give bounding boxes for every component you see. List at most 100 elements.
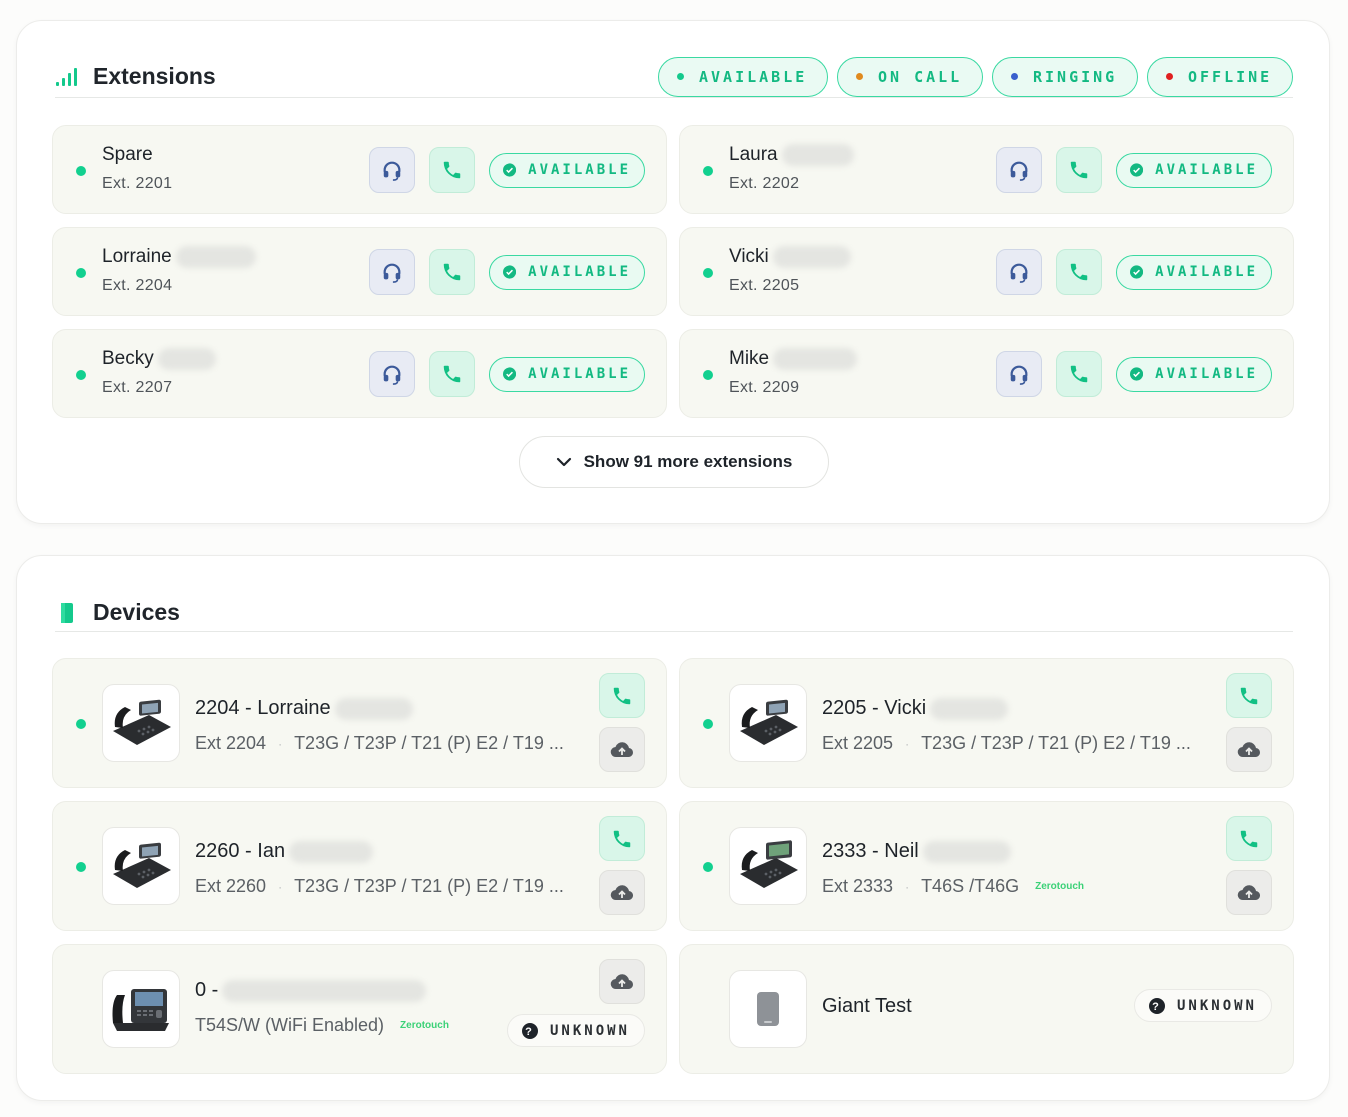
separator-dot: · (905, 736, 910, 751)
legend-offline[interactable]: OFFLINE (1147, 56, 1293, 97)
extension-card[interactable]: Lorraine Ext. 2204 AVAILABLE (52, 227, 667, 316)
desk-phone-icon (740, 699, 798, 745)
check-circle-icon (1130, 367, 1144, 381)
call-button[interactable] (1056, 147, 1102, 193)
device-subtitle: Ext 2204 · T23G / T23P / T21 (P) E2 / T19 … (195, 733, 564, 754)
separator-dot: · (278, 879, 283, 894)
status-label: UNKNOWN (1176, 997, 1257, 1014)
desk-phone-image (729, 827, 807, 905)
extension-card[interactable]: Vicki Ext. 2205 AVAILABLE (679, 227, 1294, 316)
status-badge: AVAILABLE (489, 152, 645, 188)
extension-name-row: Laura (729, 144, 854, 166)
redacted-surname (175, 246, 256, 268)
status-dot (76, 719, 86, 729)
device-title: 0 - (195, 979, 219, 1001)
phone-icon (443, 161, 461, 179)
legend-available[interactable]: AVAILABLE (658, 56, 828, 97)
call-button[interactable] (429, 249, 475, 295)
headset-icon (383, 263, 401, 283)
legend-on-call[interactable]: ON CALL (837, 56, 983, 97)
extension-name: Vicki (729, 246, 769, 267)
provision-upload-button[interactable] (599, 959, 645, 1004)
devices-grid: 2204 - Lorraine Ext 2204 · T23G / T23P / T… (52, 658, 1296, 1074)
provision-upload-button[interactable] (1226, 727, 1272, 772)
redacted-surname (772, 246, 851, 268)
check-circle-icon (1130, 265, 1144, 279)
headset-button[interactable] (369, 147, 415, 193)
extension-card[interactable]: Spare Ext. 2201 AVAILABLE (52, 125, 667, 214)
extension-card[interactable]: Laura Ext. 2202 AVAILABLE (679, 125, 1294, 214)
extension-card[interactable]: Mike Ext. 2209 AVAILABLE (679, 329, 1294, 418)
devices-title: Devices (93, 599, 180, 625)
provision-upload-button[interactable] (599, 870, 645, 915)
extension-name: Becky (102, 348, 154, 369)
headset-icon (1010, 161, 1028, 181)
status-dot (76, 166, 86, 176)
call-button[interactable] (599, 673, 645, 718)
call-button[interactable] (429, 147, 475, 193)
headset-button[interactable] (996, 249, 1042, 295)
headset-button[interactable] (996, 147, 1042, 193)
check-circle-icon (503, 163, 517, 177)
device-card[interactable]: Giant Test ? UNKNOWN (679, 944, 1294, 1074)
device-card[interactable]: 2204 - Lorraine Ext 2204 · T23G / T23P / T… (52, 658, 667, 788)
question-circle-icon: ? (521, 1022, 538, 1039)
redacted-surname (157, 348, 216, 370)
desk-phone-image (102, 827, 180, 905)
extension-name: Lorraine (102, 246, 172, 267)
provision-upload-button[interactable] (1226, 870, 1272, 915)
extension-name-row: Mike (729, 348, 858, 370)
call-button[interactable] (429, 351, 475, 397)
extension-number: Ext. 2204 (102, 277, 173, 294)
chevron-down-icon (556, 457, 571, 467)
headset-button[interactable] (996, 351, 1042, 397)
phone-icon (443, 263, 461, 281)
cloud-upload-icon (610, 973, 634, 989)
device-card[interactable]: 2333 - Neil Ext 2333 · T46S /T46G Zerotouch (679, 801, 1294, 931)
status-label: AVAILABLE (528, 366, 631, 382)
device-ext: Ext 2205 (822, 733, 894, 753)
zerotouch-logo: Zerotouch (400, 1020, 449, 1031)
call-button[interactable] (1056, 351, 1102, 397)
legend-offline-dot (1166, 73, 1173, 80)
legend-available-dot (677, 73, 684, 80)
extension-name: Mike (729, 348, 770, 369)
call-button[interactable] (1226, 816, 1272, 861)
cloud-upload-icon (1237, 884, 1261, 900)
device-card[interactable]: 2260 - Ian Ext 2260 · T23G / T23P / T21 (P… (52, 801, 667, 931)
status-label: AVAILABLE (1155, 162, 1258, 178)
device-ext: Ext 2333 (822, 876, 894, 896)
extension-card[interactable]: Becky Ext. 2207 AVAILABLE (52, 329, 667, 418)
extensions-title: Extensions (93, 63, 216, 89)
desk-phone-image (729, 684, 807, 762)
device-title-row: 2204 - Lorraine (195, 697, 564, 720)
redacted-surname (289, 840, 374, 863)
extension-number: Ext. 2207 (102, 379, 173, 396)
device-model: T23G / T23P / T21 (P) E2 / T19 ... (294, 733, 564, 753)
headset-button[interactable] (369, 351, 415, 397)
redacted-surname (922, 840, 1011, 863)
desk-phone-icon (113, 699, 171, 745)
headset-icon (383, 161, 401, 181)
device-card[interactable]: 2205 - Vicki Ext 2205 · T23G / T23P / T21 … (679, 658, 1294, 788)
status-badge: AVAILABLE (489, 356, 645, 392)
call-button[interactable] (599, 816, 645, 861)
status-dot (703, 719, 713, 729)
phone-icon (1070, 365, 1088, 383)
phone-icon (1070, 263, 1088, 281)
status-label: AVAILABLE (1155, 264, 1258, 280)
call-button[interactable] (1056, 249, 1102, 295)
show-more-extensions-button[interactable]: Show 91 more extensions (519, 436, 829, 488)
device-title: Giant Test (822, 995, 912, 1017)
extension-number: Ext. 2201 (102, 175, 173, 192)
headset-button[interactable] (369, 249, 415, 295)
mobile-device-image (729, 970, 807, 1048)
call-button[interactable] (1226, 673, 1272, 718)
legend-ringing[interactable]: RINGING (992, 56, 1138, 97)
zerotouch-logo: Zerotouch (1035, 881, 1084, 892)
provision-upload-button[interactable] (599, 727, 645, 772)
device-card[interactable]: 0 - T54S/W (WiFi Enabled) Zerotouch ? UNKN… (52, 944, 667, 1074)
status-label: UNKNOWN (549, 1022, 630, 1039)
check-circle-icon (503, 367, 517, 381)
devices-header: Devices (55, 594, 1293, 632)
